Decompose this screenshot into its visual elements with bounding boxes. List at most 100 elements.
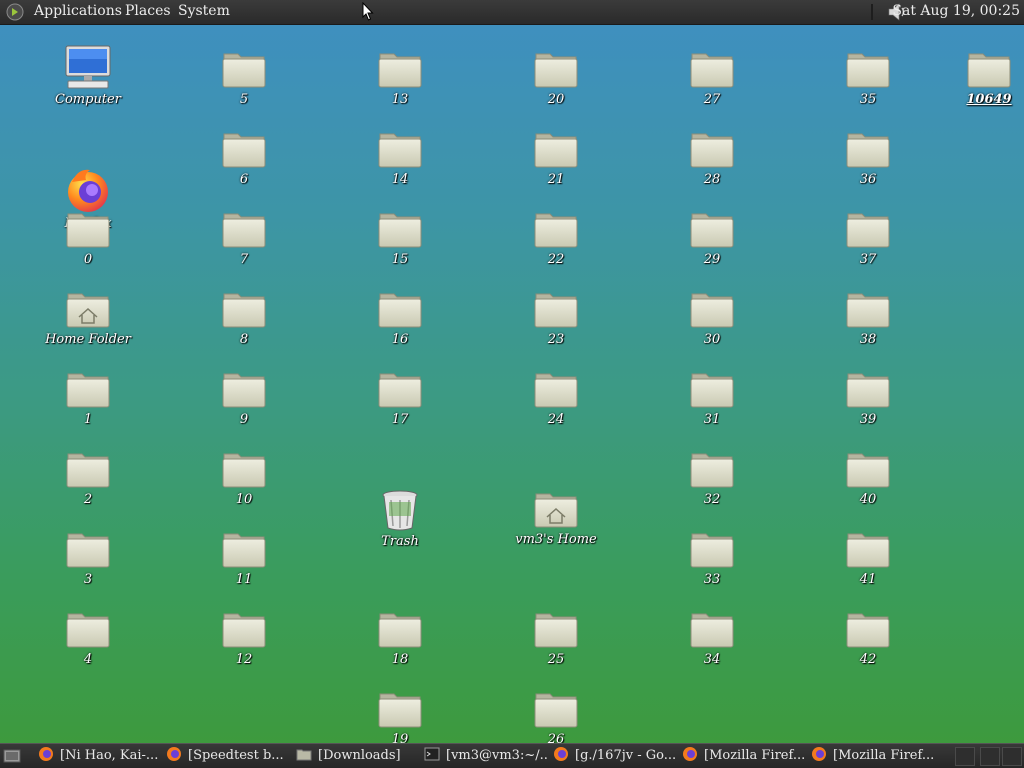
icon-label: 13: [391, 92, 409, 107]
folder-icon: [222, 213, 266, 248]
desktop-icon-folder-37[interactable]: 37: [813, 208, 923, 267]
show-desktop-icon[interactable]: [3, 748, 21, 764]
folder-icon: [846, 453, 890, 488]
desktop-icon-folder-38[interactable]: 38: [813, 288, 923, 347]
trash-icon: [382, 490, 418, 531]
gnome-foot-icon[interactable]: [6, 3, 24, 21]
folder-icon: [690, 373, 734, 408]
workspace-3[interactable]: [1002, 747, 1022, 766]
taskbar-button[interactable]: [Mozilla Firef...: [682, 746, 807, 766]
desktop-icon-folder-33[interactable]: 33: [657, 528, 767, 587]
desktop-icon-folder-8[interactable]: 8: [189, 288, 299, 347]
icon-label: 31: [703, 412, 721, 427]
taskbar-button[interactable]: [g./167jv - Go...: [553, 746, 678, 766]
desktop-icon-folder-31[interactable]: 31: [657, 368, 767, 427]
desktop-icon-folder-35[interactable]: 35: [813, 48, 923, 107]
taskbar-button[interactable]: [vm3@vm3:~/...: [424, 746, 549, 766]
desktop-icon-trash[interactable]: Trash: [345, 488, 455, 549]
desktop-icon-folder-5[interactable]: 5: [189, 48, 299, 107]
desktop-icon-folder-18[interactable]: 18: [345, 608, 455, 667]
desktop-icon-folder-4[interactable]: 4: [33, 608, 143, 667]
taskbar-button[interactable]: [Downloads]: [296, 746, 421, 766]
folder-icon: [690, 53, 734, 88]
desktop-icon-folder-39[interactable]: 39: [813, 368, 923, 427]
icon-label: 2: [83, 492, 93, 507]
desktop-icon-folder-22[interactable]: 22: [501, 208, 611, 267]
icon-label: 21: [547, 172, 565, 187]
workspace-2[interactable]: [980, 747, 1000, 766]
desktop-icon-folder-21[interactable]: 21: [501, 128, 611, 187]
clock[interactable]: Sat Aug 19, 00:25: [892, 2, 1020, 21]
desktop-icon-folder-19[interactable]: 19: [345, 688, 455, 747]
icon-label: 3: [83, 572, 93, 587]
desktop-icon-folder-41[interactable]: 41: [813, 528, 923, 587]
desktop-icon-folder-25[interactable]: 25: [501, 608, 611, 667]
taskbar-button-label: [Ni Hao, Kai-...: [60, 748, 159, 763]
desktop-icon-folder-26[interactable]: 26: [501, 688, 611, 747]
icon-label: 0: [83, 252, 93, 267]
places-menu[interactable]: Places: [125, 2, 171, 21]
desktop-icon-folder-15[interactable]: 15: [345, 208, 455, 267]
folder-icon: [222, 53, 266, 88]
taskbar-button[interactable]: [Mozilla Firef...: [811, 746, 936, 766]
folder-icon: [534, 293, 578, 328]
desktop-icon-vm3-home[interactable]: vm3's Home: [501, 488, 611, 547]
bottom-panel: [Ni Hao, Kai-... [Speedtest b... [Download…: [0, 743, 1024, 768]
desktop-icon-folder-2[interactable]: 2: [33, 448, 143, 507]
desktop-icon-folder-32[interactable]: 32: [657, 448, 767, 507]
folder-icon: [378, 53, 422, 88]
icon-label: 9: [239, 412, 249, 427]
icon-label: 16: [391, 332, 409, 347]
desktop-icon-folder-12[interactable]: 12: [189, 608, 299, 667]
applications-menu[interactable]: Applications: [34, 2, 122, 21]
desktop-icon-folder-36[interactable]: 36: [813, 128, 923, 187]
icon-label: Computer: [55, 92, 121, 107]
icon-label: 23: [547, 332, 565, 347]
desktop-icon-folder-7[interactable]: 7: [189, 208, 299, 267]
taskbar-button-label: [Mozilla Firef...: [833, 748, 935, 763]
desktop-icon-folder-42[interactable]: 42: [813, 608, 923, 667]
taskbar-button[interactable]: [Ni Hao, Kai-...: [38, 746, 163, 766]
desktop-icon-folder-13[interactable]: 13: [345, 48, 455, 107]
computer-icon: [65, 45, 111, 89]
icon-label: Home Folder: [45, 332, 131, 347]
desktop-icon-folder-29[interactable]: 29: [657, 208, 767, 267]
desktop-icon-folder-1[interactable]: 1: [33, 368, 143, 427]
firefox-icon: [68, 169, 108, 212]
desktop-icon-folder-27[interactable]: 27: [657, 48, 767, 107]
desktop-icon-folder-11[interactable]: 11: [189, 528, 299, 587]
desktop-icon-folder-0[interactable]: 0: [33, 208, 143, 267]
folder-icon: [222, 613, 266, 648]
desktop-icon-computer[interactable]: Computer: [33, 44, 143, 107]
workspace-1[interactable]: [955, 747, 975, 766]
system-menu[interactable]: System: [178, 2, 230, 21]
icon-label: 4: [83, 652, 93, 667]
desktop-icon-folder-10649[interactable]: 10649: [934, 48, 1024, 107]
desktop-icon-folder-24[interactable]: 24: [501, 368, 611, 427]
taskbar-button-label: [g./167jv - Go...: [575, 748, 677, 763]
icon-label: 6: [239, 172, 249, 187]
desktop-icon-folder-23[interactable]: 23: [501, 288, 611, 347]
folder-icon: [690, 613, 734, 648]
icon-label: 41: [859, 572, 877, 587]
folder-icon: [378, 213, 422, 248]
desktop-icon-folder-3[interactable]: 3: [33, 528, 143, 587]
desktop-icon-folder-17[interactable]: 17: [345, 368, 455, 427]
desktop-icon-folder-10[interactable]: 10: [189, 448, 299, 507]
taskbar-button[interactable]: [Speedtest b...: [166, 746, 291, 766]
desktop-icon-folder-40[interactable]: 40: [813, 448, 923, 507]
desktop-icon-folder-16[interactable]: 16: [345, 288, 455, 347]
folder-icon: [846, 53, 890, 88]
desktop-icon-folder-28[interactable]: 28: [657, 128, 767, 187]
icon-label: 29: [703, 252, 721, 267]
desktop-icon-folder-30[interactable]: 30: [657, 288, 767, 347]
desktop-icon-folder-6[interactable]: 6: [189, 128, 299, 187]
firefox-icon: [167, 747, 181, 761]
desktop-icon-folder-20[interactable]: 20: [501, 48, 611, 107]
desktop-icon-folder-14[interactable]: 14: [345, 128, 455, 187]
desktop-icon-home-folder[interactable]: Home Folder: [33, 288, 143, 347]
desktop-icon-folder-9[interactable]: 9: [189, 368, 299, 427]
folder-icon: [846, 373, 890, 408]
desktop-icon-folder-34[interactable]: 34: [657, 608, 767, 667]
folder-icon: [690, 213, 734, 248]
